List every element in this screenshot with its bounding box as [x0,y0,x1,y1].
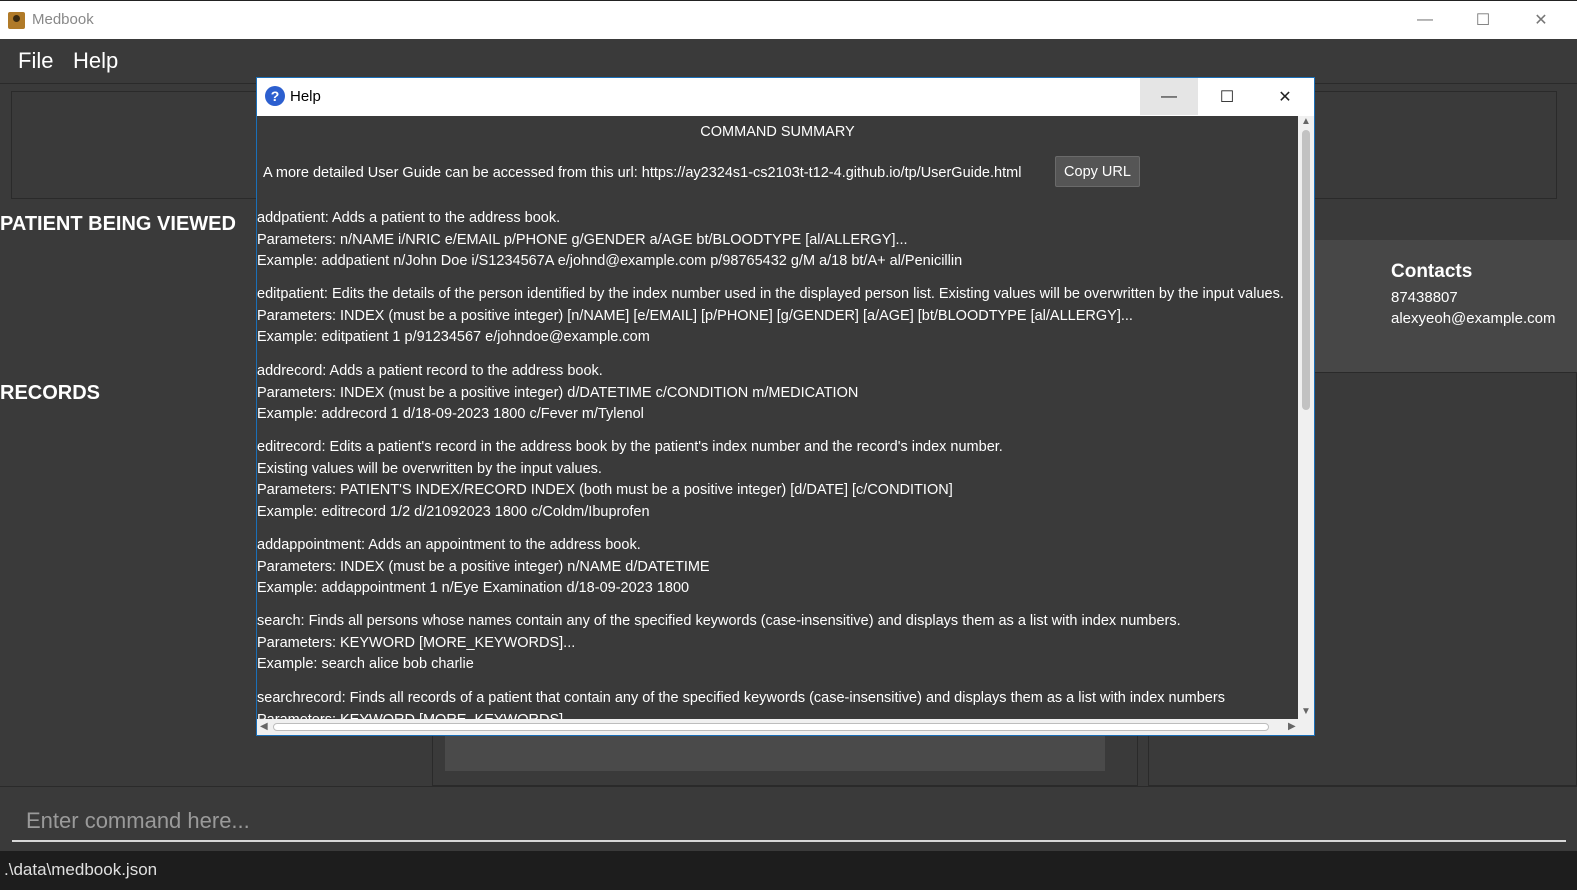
command-entry-editrecord: editrecord: Edits a patient's record in … [257,437,1003,523]
command-description: addappointment: Adds an appointment to t… [257,537,641,553]
command-example: Example: addappointment 1 n/Eye Examinat… [257,580,690,597]
medbook-app-icon [8,12,25,29]
command-description: addpatient: Adds a patient to the addres… [257,210,561,226]
minimize-icon: — [1417,11,1433,28]
minimize-icon: — [1161,87,1177,105]
command-entry-searchrecord: searchrecord: Finds all records of a pat… [257,688,1225,719]
command-description: editrecord: Edits a patient's record in … [257,439,1003,455]
command-example: Example: search alice bob charlie [257,656,474,673]
command-entry-search: search: Finds all persons whose names co… [257,611,1181,676]
command-summary-heading: COMMAND SUMMARY [700,124,855,140]
command-input[interactable] [12,802,1566,842]
close-icon: ✕ [1278,88,1292,106]
contacts-heading: Contacts [1391,261,1473,282]
command-entry-addpatient: addpatient: Adds a patient to the addres… [257,208,962,273]
minimize-button[interactable]: — [1396,1,1454,39]
help-titlebar: ? Help — ☐ ✕ [257,78,1314,116]
horizontal-scroll-thumb[interactable] [273,723,1269,731]
copy-url-button[interactable]: Copy URL [1055,156,1140,187]
data-file-path: .\data\medbook.json [4,860,158,879]
vertical-scroll-thumb[interactable] [1302,130,1310,410]
records-title: RECORDS [0,382,101,404]
maximize-icon: ☐ [1219,88,1235,106]
vertical-scrollbar[interactable]: ▲ ▼ [1298,116,1314,719]
menu-help[interactable]: Help [73,48,118,74]
scroll-down-arrow-icon[interactable]: ▼ [1301,706,1311,717]
window-title: Medbook [32,11,94,28]
command-description: addrecord: Adds a patient record to the … [257,363,603,379]
menu-file[interactable]: File [18,48,53,74]
command-parameters: Parameters: INDEX (must be a positive in… [257,558,710,575]
scroll-up-arrow-icon[interactable]: ▲ [1301,116,1311,127]
main-titlebar: Medbook — ☐ ✕ [0,0,1577,39]
contact-email: alexyeoh@example.com [1391,310,1556,327]
user-guide-url-text: A more detailed User Guide can be access… [263,165,1022,181]
help-dialog: ? Help — ☐ ✕ COMMAND SUMMARY A more deta… [256,77,1315,736]
command-entry-addappointment: addappointment: Adds an appointment to t… [257,535,710,600]
command-entry-editpatient: editpatient: Edits the details of the pe… [257,284,1284,349]
command-parameters: Parameters: PATIENT'S INDEX/RECORD INDEX… [257,482,953,499]
status-bar: .\data\medbook.json [0,851,1577,890]
contact-phone: 87438807 [1391,289,1458,306]
command-example: Example: addpatient n/John Doe i/S123456… [257,253,963,270]
help-close-button[interactable]: ✕ [1256,78,1314,115]
command-description: editpatient: Edits the details of the pe… [257,286,1284,302]
help-question-icon: ? [265,86,285,106]
help-maximize-button[interactable]: ☐ [1198,78,1256,115]
command-parameters: Parameters: KEYWORD [MORE_KEYWORDS]... [257,634,576,651]
help-content: COMMAND SUMMARY A more detailed User Gui… [257,116,1298,719]
command-parameters: Parameters: n/NAME i/NRIC e/EMAIL p/PHON… [257,231,908,248]
maximize-button[interactable]: ☐ [1454,1,1512,39]
command-entry-addrecord: addrecord: Adds a patient record to the … [257,361,858,426]
command-parameters: Parameters: KEYWORD [MORE_KEYWORDS]... [257,710,1225,719]
command-description: searchrecord: Finds all records of a pat… [257,690,1225,706]
patient-being-viewed-title: PATIENT BEING VIEWED [0,213,236,235]
close-button[interactable]: ✕ [1512,1,1570,39]
scroll-right-arrow-icon[interactable]: ▶ [1288,721,1296,732]
command-example: Example: editpatient 1 p/91234567 e/john… [257,329,650,346]
command-parameters: Parameters: INDEX (must be a positive in… [257,307,1133,324]
scroll-left-arrow-icon[interactable]: ◀ [260,721,268,732]
command-example: Example: addrecord 1 d/18-09-2023 1800 c… [257,406,644,423]
command-note: Existing values will be overwritten by t… [257,460,602,477]
command-example: Example: editrecord 1/2 d/21092023 1800 … [257,503,650,520]
command-parameters: Parameters: INDEX (must be a positive in… [257,384,859,401]
maximize-icon: ☐ [1475,12,1491,29]
help-title: Help [290,88,321,105]
command-description: search: Finds all persons whose names co… [257,613,1181,629]
close-icon: ✕ [1534,12,1548,29]
horizontal-scrollbar[interactable]: ◀ ▶ [257,719,1314,735]
help-minimize-button[interactable]: — [1140,78,1198,115]
